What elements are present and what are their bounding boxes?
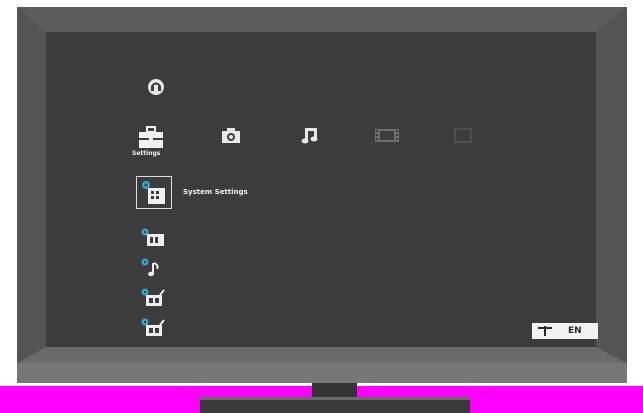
antenna-icon — [538, 326, 552, 336]
toolbox-icon[interactable] — [138, 126, 164, 149]
system-settings-icon[interactable] — [141, 180, 167, 205]
category-label: Settings — [132, 150, 161, 157]
bezel-left — [17, 7, 46, 363]
bezel-right — [596, 7, 627, 363]
stand-highlight — [200, 397, 470, 400]
sound-settings-icon[interactable] — [140, 257, 166, 277]
language-text: EN — [568, 326, 582, 336]
bezel-lip — [17, 363, 627, 383]
film-icon[interactable] — [374, 128, 400, 143]
camera-icon[interactable] — [221, 127, 241, 144]
network-settings-icon[interactable] — [140, 287, 166, 307]
selected-item-label: System Settings — [183, 188, 248, 196]
display-settings-icon[interactable] — [140, 227, 166, 247]
bezel-top — [17, 7, 627, 32]
network-settings-icon[interactable] — [140, 317, 166, 337]
language-badge[interactable]: EN — [532, 323, 598, 339]
tv-screen — [46, 32, 596, 347]
tv-icon[interactable] — [454, 128, 472, 143]
stand-neck — [312, 383, 357, 397]
bezel-bottom — [17, 347, 627, 363]
headset-icon[interactable] — [147, 78, 165, 96]
music-note-icon[interactable] — [301, 127, 319, 144]
